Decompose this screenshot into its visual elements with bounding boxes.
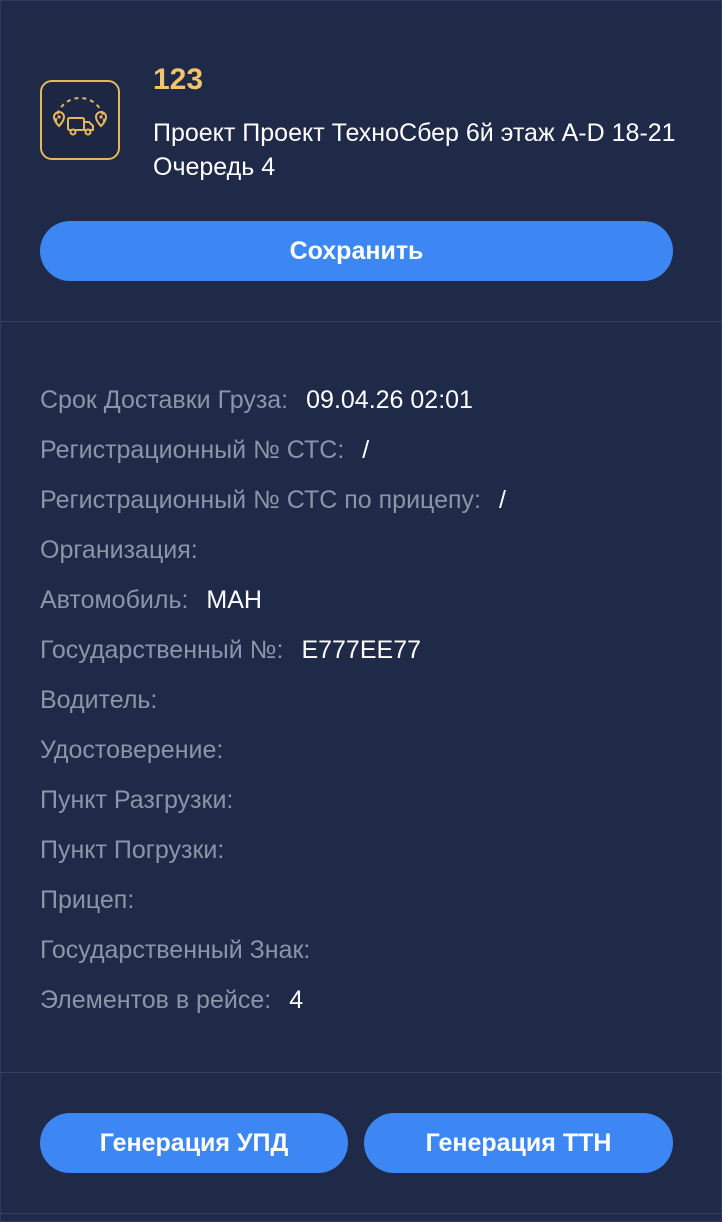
detail-row-loading-point: Пункт Погрузки: xyxy=(40,825,700,875)
detail-row-state-sign: Государственный Знак: xyxy=(40,925,700,975)
divider xyxy=(0,1213,722,1214)
card-header: 123 Проект Проект ТехноСбер 6й этаж A-D … xyxy=(0,0,722,322)
detail-row-unloading-point: Пункт Разгрузки: xyxy=(40,775,700,825)
detail-label: Государственный Знак: xyxy=(40,935,311,964)
detail-row-sts-number: Регистрационный № СТС: / xyxy=(40,425,700,475)
detail-row-trailer-sts-number: Регистрационный № СТС по прицепу: / xyxy=(40,475,700,525)
detail-label: Автомобиль: xyxy=(40,585,189,614)
detail-value: / xyxy=(362,435,370,464)
detail-row-plate-number: Государственный №: Е777ЕЕ77 xyxy=(40,625,700,675)
delivery-route-icon xyxy=(40,80,120,160)
detail-row-vehicle: Автомобиль: МАН xyxy=(40,575,700,625)
shipment-details: Срок Доставки Груза: 09.04.26 02:01 Реги… xyxy=(40,375,700,1025)
detail-value: / xyxy=(498,485,506,514)
divider xyxy=(0,321,722,322)
order-number: 123 xyxy=(153,63,204,96)
project-name: Проект Проект ТехноСбер 6й этаж A-D 18-2… xyxy=(153,119,676,181)
detail-label: Элементов в рейсе: xyxy=(40,985,272,1014)
divider xyxy=(0,1072,722,1073)
detail-value: Е777ЕЕ77 xyxy=(301,635,421,664)
detail-label: Удостоверение: xyxy=(40,735,224,764)
detail-label: Пункт Погрузки: xyxy=(40,835,225,864)
detail-row-organization: Организация: xyxy=(40,525,700,575)
save-button[interactable]: Сохранить xyxy=(40,221,673,281)
detail-value: 4 xyxy=(289,985,304,1014)
generate-upd-button[interactable]: Генерация УПД xyxy=(40,1113,348,1173)
detail-row-trailer: Прицеп: xyxy=(40,875,700,925)
detail-row-delivery-date: Срок Доставки Груза: 09.04.26 02:01 xyxy=(40,375,700,425)
detail-label: Организация: xyxy=(40,535,198,564)
detail-label: Регистрационный № СТС по прицепу: xyxy=(40,485,481,514)
detail-value: 09.04.26 02:01 xyxy=(306,385,473,414)
detail-label: Регистрационный № СТС: xyxy=(40,435,345,464)
generate-ttn-button[interactable]: Генерация ТТН xyxy=(364,1113,673,1173)
detail-row-items-count: Элементов в рейсе: 4 xyxy=(40,975,700,1025)
detail-label: Пункт Разгрузки: xyxy=(40,785,234,814)
detail-label: Водитель: xyxy=(40,685,158,714)
detail-row-driver: Водитель: xyxy=(40,675,700,725)
detail-value: МАН xyxy=(206,585,262,614)
detail-label: Государственный №: xyxy=(40,635,284,664)
detail-row-license: Удостоверение: xyxy=(40,725,700,775)
detail-label: Срок Доставки Груза: xyxy=(40,385,289,414)
detail-label: Прицеп: xyxy=(40,885,135,914)
